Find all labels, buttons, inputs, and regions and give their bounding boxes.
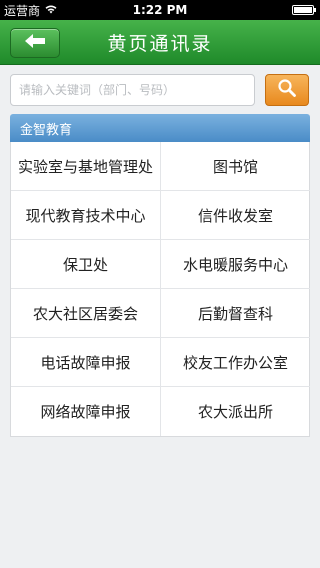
status-bar: 运营商 1:22 PM	[0, 0, 320, 20]
directory-item[interactable]: 农大派出所	[161, 387, 310, 436]
page-title: 黄页通讯录	[107, 32, 213, 55]
section-header: 金智教育	[10, 114, 310, 142]
directory-item[interactable]: 网络故障申报	[11, 387, 161, 436]
directory-item[interactable]: 现代教育技术中心	[11, 191, 161, 240]
directory-item[interactable]: 校友工作办公室	[161, 338, 310, 387]
directory-item[interactable]: 农大社区居委会	[11, 289, 161, 338]
battery-icon	[292, 5, 316, 15]
directory-item[interactable]: 水电暖服务中心	[161, 240, 310, 289]
directory-item[interactable]: 保卫处	[11, 240, 161, 289]
clock: 1:22 PM	[132, 3, 188, 17]
directory-item[interactable]: 图书馆	[161, 142, 310, 191]
directory-item[interactable]: 后勤督查科	[161, 289, 310, 338]
navigation-bar: 黄页通讯录	[0, 20, 320, 65]
arrow-left-icon	[24, 33, 46, 53]
directory-item[interactable]: 电话故障申报	[11, 338, 161, 387]
search-icon	[277, 78, 297, 102]
search-button[interactable]	[265, 73, 309, 106]
search-input[interactable]	[10, 73, 255, 106]
search-bar	[0, 65, 320, 114]
back-button[interactable]	[10, 28, 60, 58]
directory-item[interactable]: 实验室与基地管理处	[11, 142, 161, 191]
section-title: 金智教育	[20, 122, 73, 138]
directory-grid: 实验室与基地管理处 图书馆 现代教育技术中心 信件收发室 保卫处 水电暖服务中心…	[10, 142, 310, 437]
directory-item[interactable]: 信件收发室	[161, 191, 310, 240]
